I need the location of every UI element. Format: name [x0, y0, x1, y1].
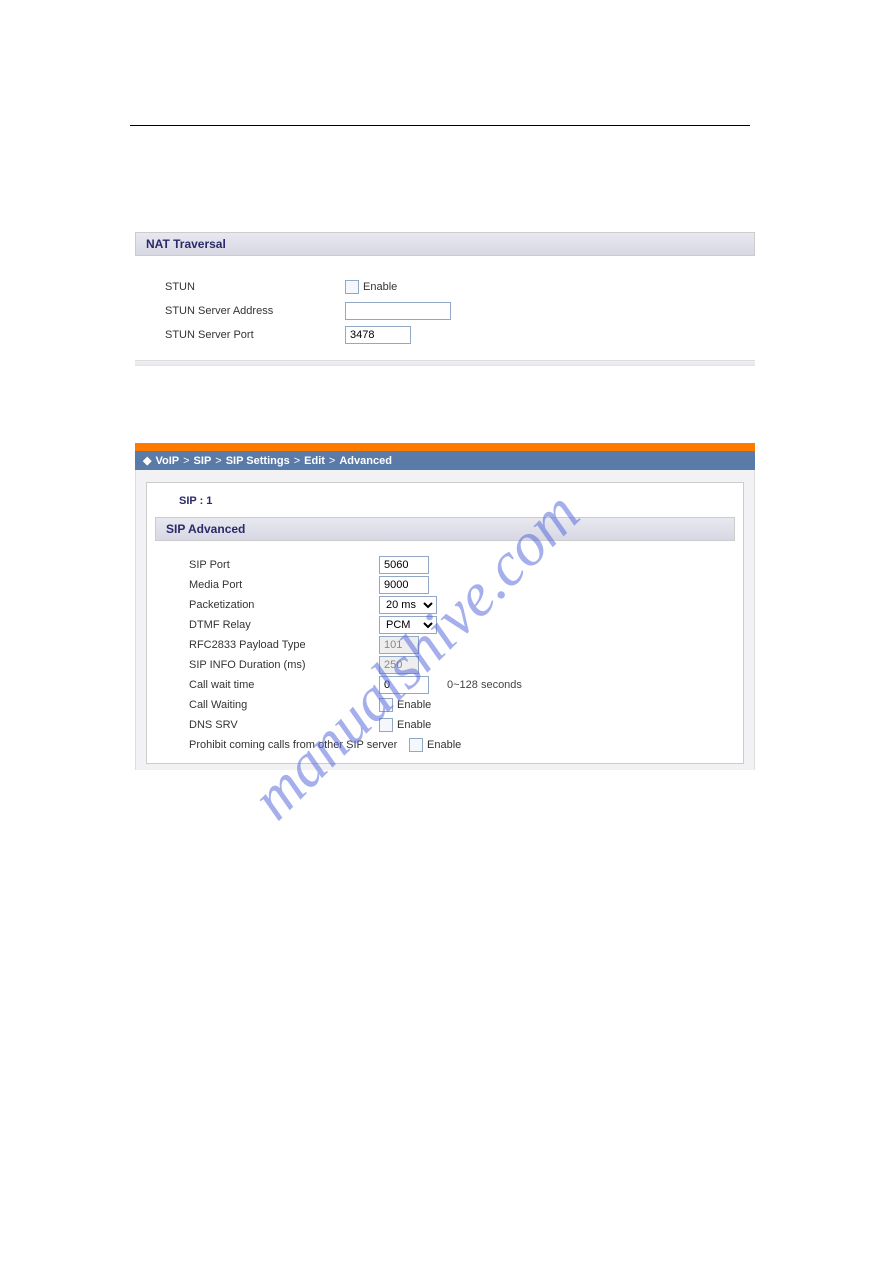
stun-port-label: STUN Server Port: [165, 329, 345, 341]
media-port-input[interactable]: [379, 576, 429, 594]
breadcrumb-sep: >: [294, 455, 300, 467]
breadcrumb-sep: >: [183, 455, 189, 467]
call-wait-time-hint: 0~128 seconds: [447, 679, 522, 691]
breadcrumb-item[interactable]: Edit: [304, 455, 325, 467]
nat-section-header: NAT Traversal: [135, 232, 755, 256]
sip-info-duration-input: [379, 656, 419, 674]
call-wait-time-label: Call wait time: [189, 679, 379, 691]
breadcrumb-item[interactable]: VoIP: [155, 455, 179, 467]
dns-srv-checkbox[interactable]: [379, 718, 393, 732]
breadcrumb-sep: >: [215, 455, 221, 467]
breadcrumb: ◆ VoIP > SIP > SIP Settings > Edit > Adv…: [135, 451, 755, 470]
stun-address-label: STUN Server Address: [165, 305, 345, 317]
call-waiting-enable-label: Enable: [397, 699, 431, 711]
breadcrumb-item[interactable]: Advanced: [339, 455, 392, 467]
sip-form: SIP Port Media Port Packetization 20 ms …: [155, 541, 735, 759]
row-packetization: Packetization 20 ms: [189, 595, 735, 614]
breadcrumb-sep: >: [329, 455, 335, 467]
dns-srv-label: DNS SRV: [189, 719, 379, 731]
breadcrumb-bullet-icon: ◆: [143, 454, 151, 467]
rfc2833-input: [379, 636, 419, 654]
sip-title: SIP : 1: [155, 493, 735, 517]
call-waiting-label: Call Waiting: [189, 699, 379, 711]
row-sip-info-duration: SIP INFO Duration (ms): [189, 655, 735, 674]
call-wait-time-input[interactable]: [379, 676, 429, 694]
row-sip-port: SIP Port: [189, 555, 735, 574]
dtmf-relay-label: DTMF Relay: [189, 619, 379, 631]
prohibit-calls-enable-label: Enable: [427, 739, 461, 751]
call-waiting-checkbox[interactable]: [379, 698, 393, 712]
rfc2833-label: RFC2833 Payload Type: [189, 639, 379, 651]
media-port-label: Media Port: [189, 579, 379, 591]
sip-body: SIP : 1 SIP Advanced SIP Port Media Port…: [135, 470, 755, 770]
stun-address-input[interactable]: [345, 302, 451, 320]
row-call-waiting: Call Waiting Enable: [189, 695, 735, 714]
breadcrumb-item[interactable]: SIP Settings: [226, 455, 290, 467]
row-dns-srv: DNS SRV Enable: [189, 715, 735, 734]
row-dtmf-relay: DTMF Relay PCM: [189, 615, 735, 634]
nat-traversal-panel: NAT Traversal STUN Enable STUN Server Ad…: [135, 232, 755, 366]
row-prohibit-calls: Prohibit coming calls from other SIP ser…: [189, 735, 735, 754]
nat-form: STUN Enable STUN Server Address STUN Ser…: [135, 256, 755, 360]
sip-section-header: SIP Advanced: [155, 517, 735, 541]
sip-info-duration-label: SIP INFO Duration (ms): [189, 659, 379, 671]
nat-footer-strip: [135, 360, 755, 366]
stun-port-input[interactable]: [345, 326, 411, 344]
stun-enable-checkbox[interactable]: [345, 280, 359, 294]
dtmf-relay-select[interactable]: PCM: [379, 616, 437, 634]
sip-inner-panel: SIP : 1 SIP Advanced SIP Port Media Port…: [146, 482, 744, 764]
prohibit-calls-checkbox[interactable]: [409, 738, 423, 752]
page-divider: [130, 125, 750, 126]
row-stun-port: STUN Server Port: [165, 324, 755, 346]
sip-port-label: SIP Port: [189, 559, 379, 571]
row-media-port: Media Port: [189, 575, 735, 594]
sip-advanced-panel: ◆ VoIP > SIP > SIP Settings > Edit > Adv…: [135, 443, 755, 770]
packetization-select[interactable]: 20 ms: [379, 596, 437, 614]
packetization-label: Packetization: [189, 599, 379, 611]
dns-srv-enable-label: Enable: [397, 719, 431, 731]
breadcrumb-item[interactable]: SIP: [194, 455, 212, 467]
stun-enable-label: Enable: [363, 281, 397, 293]
sip-port-input[interactable]: [379, 556, 429, 574]
row-call-wait-time: Call wait time 0~128 seconds: [189, 675, 735, 694]
row-rfc2833: RFC2833 Payload Type: [189, 635, 735, 654]
orange-header-bar: [135, 443, 755, 451]
row-stun: STUN Enable: [165, 276, 755, 298]
prohibit-calls-label: Prohibit coming calls from other SIP ser…: [189, 739, 409, 751]
row-stun-address: STUN Server Address: [165, 300, 755, 322]
stun-label: STUN: [165, 281, 345, 293]
